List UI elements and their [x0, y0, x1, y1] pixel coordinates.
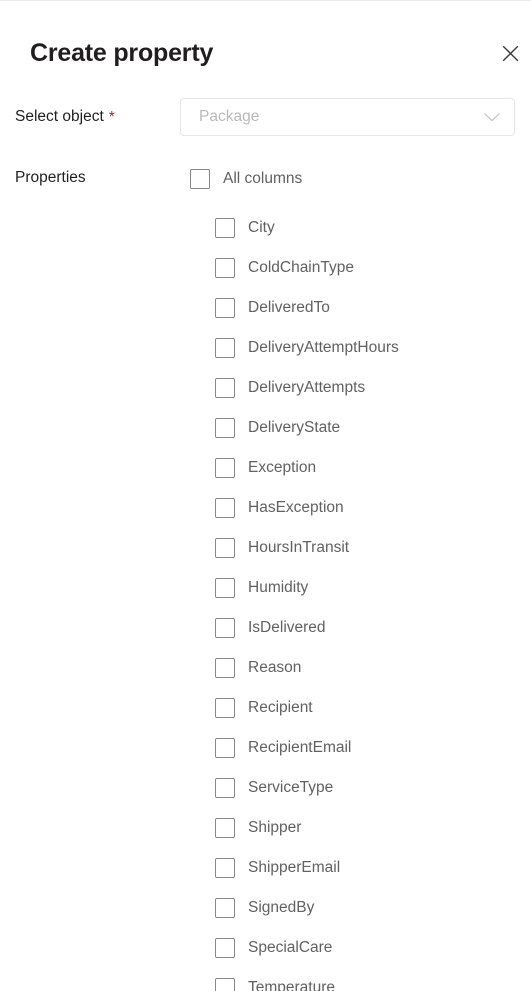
checkbox[interactable] — [215, 338, 235, 358]
checkbox[interactable] — [215, 498, 235, 518]
checkbox-label: HasException — [248, 499, 344, 516]
select-object-dropdown[interactable]: Package — [180, 98, 515, 136]
checkbox[interactable] — [215, 778, 235, 798]
checkbox-row[interactable]: DeliveryState — [215, 408, 340, 448]
checkbox-label: DeliveredTo — [248, 299, 330, 316]
checkbox-row[interactable]: HoursInTransit — [215, 528, 349, 568]
checkbox-row[interactable]: Reason — [215, 648, 301, 688]
checkbox-label: Temperature — [248, 979, 336, 991]
checkbox-row-all-columns[interactable]: All columns — [190, 159, 302, 199]
checkbox-row[interactable]: HasException — [215, 488, 344, 528]
checkbox-row[interactable]: IsDelivered — [215, 608, 326, 648]
checkbox[interactable] — [215, 258, 235, 278]
checkbox-row[interactable]: SignedBy — [215, 888, 314, 928]
page-title: Create property — [30, 39, 214, 67]
checkbox-label: RecipientEmail — [248, 739, 352, 756]
checkbox[interactable] — [215, 898, 235, 918]
checkbox-label: SignedBy — [248, 899, 315, 916]
checkbox-row[interactable]: Temperature — [215, 968, 335, 991]
create-property-panel: Create property Select object * Package — [0, 0, 531, 991]
checkbox-row[interactable]: DeliveryAttempts — [215, 368, 365, 408]
checkbox-row[interactable]: DeliveryAttemptHours — [215, 328, 399, 368]
required-asterisk: * — [108, 109, 115, 127]
checkbox[interactable] — [215, 658, 235, 678]
select-object-row: Select object * Package — [0, 98, 531, 136]
select-object-label: Select object * — [15, 98, 115, 136]
checkbox-label: Exception — [248, 459, 317, 476]
checkbox-label-all-columns: All columns — [223, 170, 303, 187]
checkbox[interactable] — [215, 938, 235, 958]
checkbox-row[interactable]: Recipient — [215, 688, 313, 728]
select-object-dropdown-value: Package — [199, 108, 260, 125]
checkbox-label: ShipperEmail — [248, 859, 341, 876]
checkbox-label: ServiceType — [248, 779, 334, 796]
close-icon — [502, 45, 519, 62]
checkbox-row[interactable]: Shipper — [215, 808, 301, 848]
checkbox[interactable] — [215, 738, 235, 758]
checkbox[interactable] — [215, 858, 235, 878]
checkbox-label: IsDelivered — [248, 619, 326, 636]
checkbox[interactable] — [215, 218, 235, 238]
checkbox-label: DeliveryState — [248, 419, 341, 436]
properties-label: Properties — [15, 169, 86, 186]
checkbox-label: HoursInTransit — [248, 539, 350, 556]
checkbox[interactable] — [215, 378, 235, 398]
select-object-label-text: Select object — [15, 108, 104, 125]
checkbox-row[interactable]: City — [215, 208, 275, 248]
checkbox[interactable] — [215, 578, 235, 598]
checkbox[interactable] — [215, 458, 235, 478]
checkbox-label: ColdChainType — [248, 259, 354, 276]
checkbox[interactable] — [215, 418, 235, 438]
checkbox[interactable] — [215, 298, 235, 318]
close-button[interactable] — [494, 37, 526, 69]
checkbox-row[interactable]: DeliveredTo — [215, 288, 330, 328]
checkbox-row[interactable]: RecipientEmail — [215, 728, 351, 768]
checkbox-row[interactable]: ColdChainType — [215, 248, 354, 288]
checkbox-label: Recipient — [248, 699, 313, 716]
checkbox[interactable] — [215, 538, 235, 558]
checkbox-row[interactable]: ShipperEmail — [215, 848, 340, 888]
checkbox-label: Reason — [248, 659, 302, 676]
checkbox[interactable] — [215, 978, 235, 991]
checkbox-label: City — [248, 219, 275, 236]
checkbox-label: DeliveryAttemptHours — [248, 339, 399, 356]
checkbox-row[interactable]: Exception — [215, 448, 316, 488]
panel-header: Create property — [0, 1, 531, 93]
checkbox-all-columns[interactable] — [190, 169, 210, 189]
checkbox-label: SpecialCare — [248, 939, 333, 956]
chevron-down-icon — [484, 99, 500, 135]
checkbox-row[interactable]: ServiceType — [215, 768, 333, 808]
checkbox-label: DeliveryAttempts — [248, 379, 366, 396]
checkbox-label: Humidity — [248, 579, 309, 596]
checkbox-row[interactable]: SpecialCare — [215, 928, 332, 968]
checkbox-label: Shipper — [248, 819, 302, 836]
checkbox-row[interactable]: Humidity — [215, 568, 308, 608]
checkbox[interactable] — [215, 818, 235, 838]
checkbox[interactable] — [215, 698, 235, 718]
checkbox[interactable] — [215, 618, 235, 638]
